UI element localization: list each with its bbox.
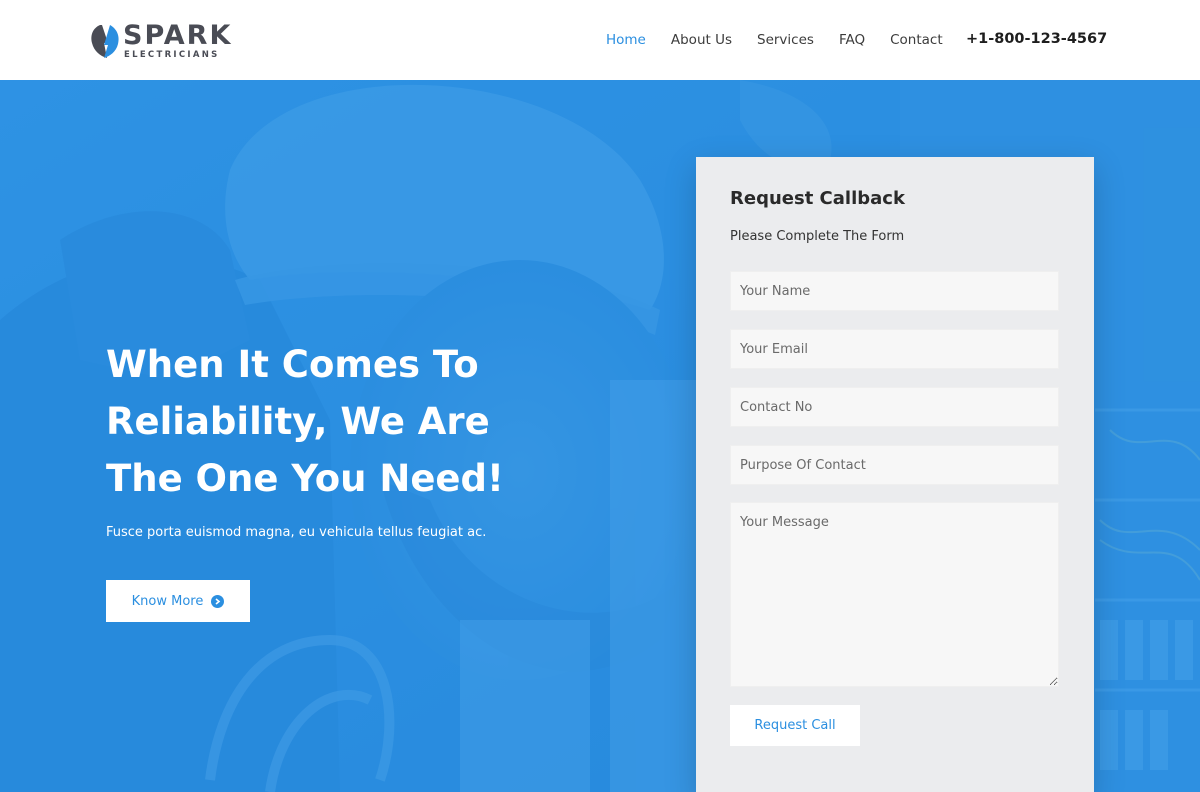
logo[interactable]: SPARK ELECTRICIANS — [90, 20, 240, 62]
hero-subtitle: Fusce porta euismod magna, eu vehicula t… — [106, 525, 487, 540]
site-header: SPARK ELECTRICIANS Home About Us Service… — [0, 0, 1200, 80]
plug-bolt-icon — [90, 21, 120, 61]
main-nav: Home About Us Services FAQ Contact — [606, 32, 968, 48]
message-field[interactable] — [730, 502, 1059, 687]
know-more-button[interactable]: Know More — [106, 580, 250, 622]
form-title: Request Callback — [730, 188, 905, 209]
hero-title-line: Reliability, We Are — [106, 400, 490, 443]
nav-faq[interactable]: FAQ — [839, 32, 865, 48]
purpose-field[interactable] — [730, 445, 1059, 485]
form-subtitle: Please Complete The Form — [730, 229, 905, 244]
contact-no-field[interactable] — [730, 387, 1059, 427]
hero-title-line: The One You Need! — [106, 457, 504, 500]
logo-tagline: ELECTRICIANS — [124, 50, 220, 61]
chevron-right-circle-icon — [211, 594, 225, 608]
request-call-button[interactable]: Request Call — [730, 705, 860, 746]
know-more-label: Know More — [131, 593, 204, 609]
email-field[interactable] — [730, 329, 1059, 369]
name-field[interactable] — [730, 271, 1059, 311]
request-callback-form: Request Callback Please Complete The For… — [696, 157, 1094, 792]
nav-home[interactable]: Home — [606, 32, 646, 48]
nav-about-us[interactable]: About Us — [671, 32, 732, 48]
nav-contact[interactable]: Contact — [890, 32, 943, 48]
hero-title-line: When It Comes To — [106, 343, 479, 386]
nav-services[interactable]: Services — [757, 32, 814, 48]
hero-section: When It Comes To Reliability, We Are The… — [0, 80, 1200, 792]
logo-name: SPARK — [123, 20, 233, 52]
hero-title: When It Comes To Reliability, We Are The… — [106, 336, 586, 507]
phone-number[interactable]: +1-800-123-4567 — [966, 31, 1107, 47]
